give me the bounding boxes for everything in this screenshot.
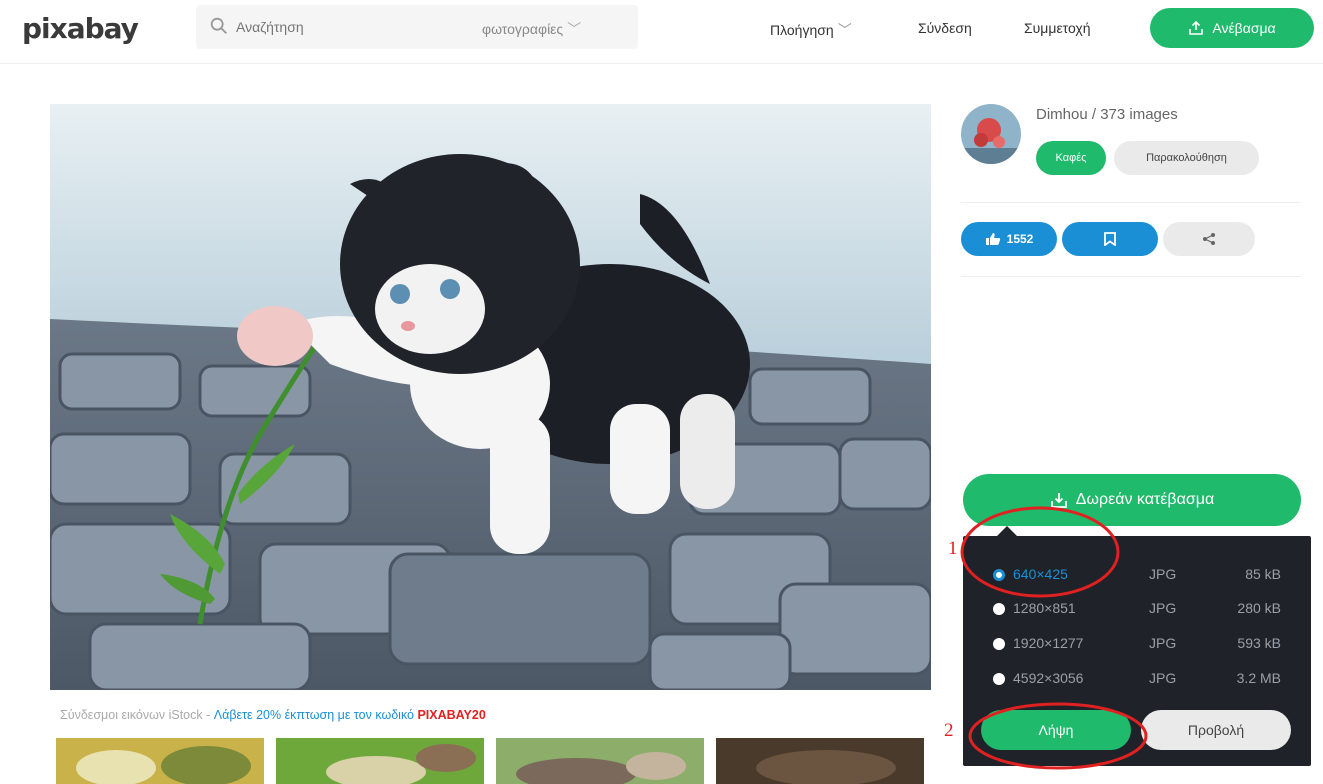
resolution-size: 1280×851 xyxy=(1013,600,1076,616)
pixabay-logo[interactable]: pixabay xyxy=(22,12,139,45)
download-options-panel: 640×425 JPG 85 kB 1280×851 JPG 280 kB 19… xyxy=(963,526,1311,766)
radio-unselected[interactable] xyxy=(993,673,1005,685)
buy-coffee-button[interactable]: Καφές xyxy=(1036,141,1106,175)
search-icon xyxy=(210,17,227,34)
resolution-filesize: 280 kB xyxy=(1237,600,1281,616)
get-download-button[interactable]: Λήψη xyxy=(981,710,1131,750)
related-thumbnail[interactable] xyxy=(716,738,924,784)
promo-code: PIXABAY20 xyxy=(417,708,486,722)
related-thumbnail[interactable] xyxy=(276,738,484,784)
istock-prefix: Σύνδεσμοι εικόνων iStock - xyxy=(60,708,214,722)
download-icon xyxy=(1050,493,1067,508)
chevron-down-icon: ﹀ xyxy=(837,22,852,38)
radio-selected[interactable] xyxy=(993,569,1005,581)
thumbnail-image xyxy=(496,738,704,784)
related-thumbnail[interactable] xyxy=(496,738,704,784)
resolution-option[interactable]: 4592×3056 JPG 3.2 MB xyxy=(993,667,1293,691)
upload-icon xyxy=(1189,20,1204,35)
radio-unselected[interactable] xyxy=(993,638,1005,650)
follow-button[interactable]: Παρακολούθηση xyxy=(1114,141,1259,175)
like-button[interactable]: 1552 xyxy=(961,222,1057,256)
thumbs-up-icon xyxy=(985,233,1000,245)
resolution-format: JPG xyxy=(1149,670,1177,686)
resolution-option[interactable]: 1920×1277 JPG 593 kB xyxy=(993,632,1293,656)
resolution-option[interactable]: 640×425 JPG 85 kB xyxy=(993,563,1293,587)
author-name[interactable]: Dimhou / 373 images xyxy=(1036,106,1178,123)
divider xyxy=(961,202,1301,203)
annotation-number-one: 1 xyxy=(948,538,958,559)
resolution-option[interactable]: 1280×851 JPG 280 kB xyxy=(993,597,1293,621)
thumbnail-image xyxy=(56,738,264,784)
radio-unselected[interactable] xyxy=(993,603,1005,615)
share-icon xyxy=(1203,233,1215,245)
login-link[interactable]: Σύνδεση xyxy=(918,20,972,36)
bookmark-icon xyxy=(1104,232,1116,246)
search-bar[interactable]: φωτογραφίες﹀ xyxy=(196,5,638,49)
related-thumbnail[interactable] xyxy=(56,738,264,784)
free-download-button[interactable]: Δωρεάν κατέβασμα xyxy=(963,474,1301,526)
resolution-size: 4592×3056 xyxy=(1013,670,1084,686)
free-download-label: Δωρεάν κατέβασμα xyxy=(1075,491,1215,508)
nav-explore[interactable]: Πλοήγηση ﹀ xyxy=(770,20,852,40)
resolution-filesize: 85 kB xyxy=(1245,566,1281,582)
join-link[interactable]: Συμμετοχή xyxy=(1024,20,1091,36)
kitten-photo-image xyxy=(50,104,931,690)
istock-promo-line: Σύνδεσμοι εικόνων iStock - Λάβετε 20% έκ… xyxy=(60,708,486,722)
share-button[interactable] xyxy=(1163,222,1255,256)
main-photo[interactable] xyxy=(50,104,931,690)
nav-explore-label: Πλοήγηση xyxy=(770,22,834,38)
thumbnail-image xyxy=(716,738,924,784)
istock-promo-link[interactable]: Λάβετε 20% έκπτωση με τον κωδικό xyxy=(214,708,418,722)
resolution-format: JPG xyxy=(1149,566,1177,582)
chevron-down-icon: ﹀ xyxy=(567,21,582,37)
thumbnail-image xyxy=(276,738,484,784)
view-button[interactable]: Προβολή xyxy=(1141,710,1291,750)
resolution-size: 1920×1277 xyxy=(1013,635,1084,651)
annotation-number-two: 2 xyxy=(944,720,954,741)
upload-button[interactable]: Ανέβασμα xyxy=(1150,8,1314,48)
resolution-format: JPG xyxy=(1149,635,1177,651)
resolution-size: 640×425 xyxy=(1013,566,1068,582)
resolution-filesize: 593 kB xyxy=(1237,635,1281,651)
avatar-image xyxy=(961,104,1021,164)
divider xyxy=(961,276,1301,277)
author-avatar[interactable] xyxy=(961,104,1021,164)
resolution-filesize: 3.2 MB xyxy=(1236,670,1281,686)
media-type-label: φωτογραφίες xyxy=(482,21,564,37)
media-type-dropdown[interactable]: φωτογραφίες ﹀ xyxy=(482,19,581,39)
save-button[interactable] xyxy=(1062,222,1158,256)
resolution-format: JPG xyxy=(1149,600,1177,616)
like-count: 1552 xyxy=(1006,232,1034,246)
top-header: pixabay φωτογραφίες﹀ Πλοήγηση﹀ Σύνδεση Σ… xyxy=(0,0,1323,64)
search-input[interactable] xyxy=(236,15,436,39)
upload-label: Ανέβασμα xyxy=(1212,20,1276,36)
